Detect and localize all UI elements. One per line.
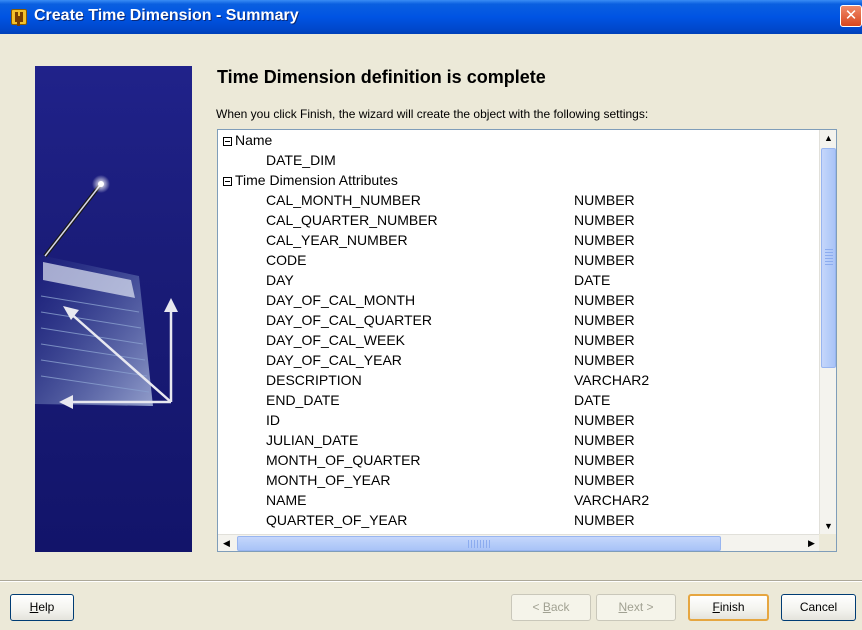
attribute-name: JULIAN_DATE <box>266 432 359 448</box>
attribute-name: DAY_OF_CAL_WEEK <box>266 332 406 348</box>
tree-value-name: DATE_DIM <box>266 152 336 168</box>
tree-content: Name DATE_DIM Time Dimension Attributes … <box>218 130 820 535</box>
attribute-name: DESCRIPTION <box>266 372 362 388</box>
scroll-left-icon[interactable]: ◀ <box>219 536 234 551</box>
back-mnemonic: B <box>542 600 551 614</box>
attribute-type: DATE <box>574 392 611 408</box>
attribute-name: DAY_OF_CAL_YEAR <box>266 352 402 368</box>
attribute-type: NUMBER <box>574 472 635 488</box>
attribute-name: DAY_OF_CAL_QUARTER <box>266 312 432 328</box>
attribute-name: CAL_MONTH_NUMBER <box>266 192 421 208</box>
grip-icon <box>825 249 833 265</box>
attribute-type: NUMBER <box>574 232 635 248</box>
help-button[interactable]: Help <box>10 594 74 621</box>
title-bar[interactable]: Create Time Dimension - Summary ✕ <box>0 0 862 34</box>
page-heading: Time Dimension definition is complete <box>217 67 546 87</box>
vertical-scroll-thumb[interactable] <box>821 148 836 368</box>
attribute-name: CAL_YEAR_NUMBER <box>266 232 408 248</box>
next-label-rest: ext > <box>627 600 654 614</box>
vertical-scrollbar[interactable]: ▲ ▼ <box>819 130 836 535</box>
app-icon <box>11 9 27 25</box>
horizontal-scrollbar[interactable]: ◀ ▶ <box>218 534 820 551</box>
wizard-illustration <box>35 66 192 552</box>
collapse-icon[interactable] <box>223 137 232 146</box>
attribute-name: CODE <box>266 252 307 268</box>
attribute-name: DAY_OF_CAL_MONTH <box>266 292 416 308</box>
wizard-dialog: Create Time Dimension - Summary ✕ Time D… <box>0 0 862 630</box>
back-button[interactable]: < Back <box>511 594 591 621</box>
attribute-type: NUMBER <box>574 352 635 368</box>
close-icon[interactable]: ✕ <box>840 5 862 27</box>
attribute-name: QUARTER_OF_YEAR <box>266 512 408 528</box>
attribute-type: DATE <box>574 272 611 288</box>
scroll-up-icon[interactable]: ▲ <box>821 131 836 146</box>
back-label-pre: < <box>532 600 543 614</box>
scroll-down-icon[interactable]: ▼ <box>821 519 836 534</box>
attribute-name: DAY <box>266 272 294 288</box>
illustration-graphic <box>35 175 178 409</box>
attribute-type: NUMBER <box>574 252 635 268</box>
finish-label-rest: inish <box>719 600 745 614</box>
tree-group-label: Name <box>235 132 273 148</box>
cancel-button[interactable]: Cancel <box>781 594 856 621</box>
attribute-type: NUMBER <box>574 212 635 228</box>
attribute-type: VARCHAR2 <box>574 372 650 388</box>
next-button[interactable]: Next > <box>596 594 676 621</box>
attribute-type: NUMBER <box>574 312 635 328</box>
instruction-text: When you click Finish, the wizard will c… <box>216 107 649 121</box>
attribute-type: NUMBER <box>574 192 635 208</box>
window-title: Create Time Dimension - Summary <box>34 7 299 24</box>
scroll-corner <box>819 534 836 551</box>
attribute-type: VARCHAR2 <box>574 492 650 508</box>
attribute-type: NUMBER <box>574 292 635 308</box>
finish-button[interactable]: Finish <box>688 594 769 621</box>
attribute-type: NUMBER <box>574 332 635 348</box>
attribute-type: NUMBER <box>574 512 635 528</box>
next-mnemonic: N <box>618 600 628 614</box>
collapse-icon[interactable] <box>223 177 232 186</box>
attribute-name: MONTH_OF_QUARTER <box>266 452 421 468</box>
grip-icon <box>468 540 490 548</box>
tree-group-label: Time Dimension Attributes <box>235 172 398 188</box>
attribute-name: MONTH_OF_YEAR <box>266 472 391 488</box>
attribute-name: CAL_QUARTER_NUMBER <box>266 212 438 228</box>
attribute-type: NUMBER <box>574 432 635 448</box>
attribute-name: ID <box>266 412 280 428</box>
help-label-rest: elp <box>38 600 55 614</box>
back-label-rest: ack <box>550 600 570 614</box>
scroll-right-icon[interactable]: ▶ <box>804 536 819 551</box>
attribute-type: NUMBER <box>574 412 635 428</box>
attribute-name: END_DATE <box>266 392 340 408</box>
finish-mnemonic: F <box>712 600 720 614</box>
summary-tree[interactable]: Name DATE_DIM Time Dimension Attributes … <box>217 129 837 552</box>
attribute-name: NAME <box>266 492 307 508</box>
horizontal-scroll-thumb[interactable] <box>237 536 721 551</box>
attribute-type: NUMBER <box>574 452 635 468</box>
button-separator <box>0 580 862 582</box>
